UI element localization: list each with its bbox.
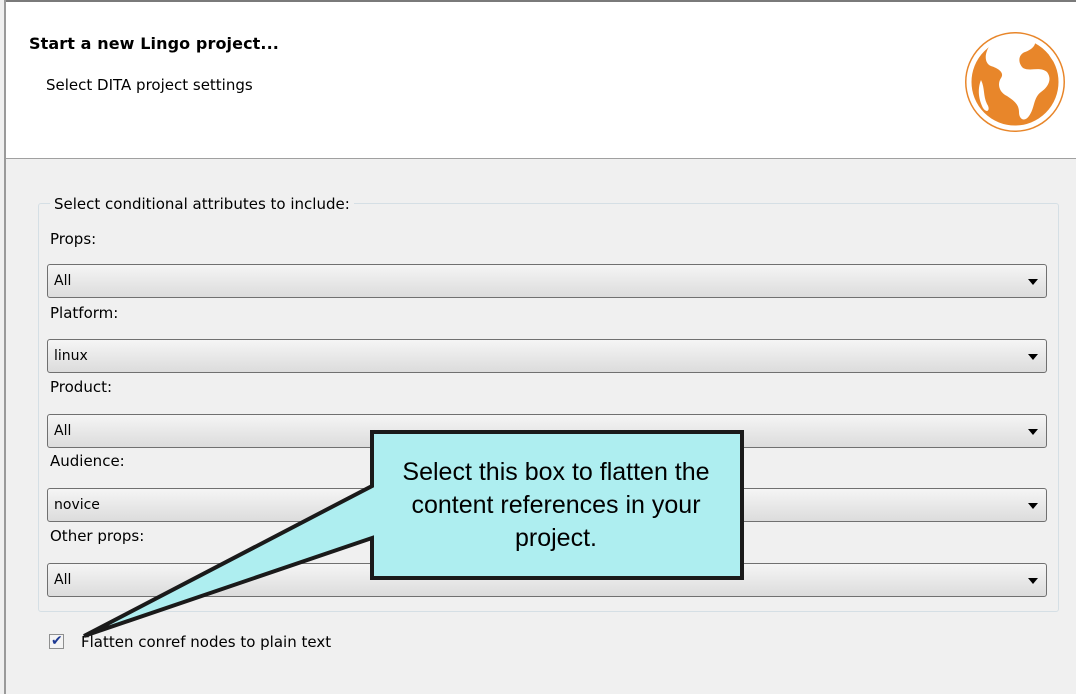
audience-value: novice bbox=[54, 497, 100, 513]
product-value: All bbox=[54, 423, 72, 439]
flatten-conref-label[interactable]: Flatten conref nodes to plain text bbox=[81, 633, 331, 651]
checkmark-icon: ✔ bbox=[51, 633, 63, 649]
audience-label: Audience: bbox=[50, 452, 125, 470]
dropdown-arrow-icon bbox=[1028, 503, 1038, 509]
props-label: Props: bbox=[50, 230, 97, 248]
flatten-conref-checkbox[interactable]: ✔ bbox=[49, 633, 64, 649]
props-value: All bbox=[54, 273, 72, 289]
dropdown-arrow-icon bbox=[1028, 354, 1038, 360]
other-props-value: All bbox=[54, 572, 72, 588]
dropdown-arrow-icon bbox=[1028, 578, 1038, 584]
wizard-title: Start a new Lingo project... bbox=[29, 34, 279, 53]
group-legend: Select conditional attributes to include… bbox=[50, 195, 354, 213]
dropdown-arrow-icon bbox=[1028, 279, 1038, 285]
dropdown-arrow-icon bbox=[1028, 429, 1038, 435]
wizard-page: Start a new Lingo project... Select DITA… bbox=[0, 0, 1076, 694]
wizard-subtitle: Select DITA project settings bbox=[46, 76, 253, 94]
props-dropdown[interactable]: All bbox=[47, 264, 1047, 298]
product-label: Product: bbox=[50, 378, 113, 396]
globe-icon bbox=[965, 32, 1065, 132]
platform-value: linux bbox=[54, 348, 88, 364]
other-props-label: Other props: bbox=[50, 527, 145, 545]
platform-dropdown[interactable]: linux bbox=[47, 339, 1047, 373]
platform-label: Platform: bbox=[50, 304, 119, 322]
callout-text: Select this box to flatten the content r… bbox=[402, 458, 710, 552]
wizard-banner: Start a new Lingo project... Select DITA… bbox=[6, 2, 1076, 159]
